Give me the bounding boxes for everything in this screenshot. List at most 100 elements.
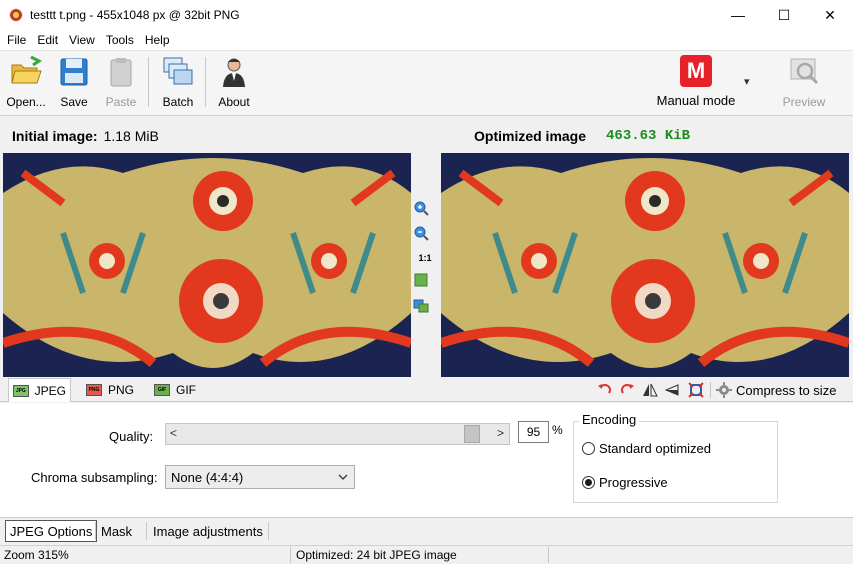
zoom-out-icon[interactable] <box>413 225 429 241</box>
batch-label: Batch <box>162 95 194 109</box>
save-label: Save <box>60 95 88 109</box>
quality-slider-thumb[interactable] <box>463 425 480 443</box>
quality-value-input[interactable]: 95 <box>518 421 549 443</box>
status-bar: Zoom 315% Optimized: 24 bit JPEG image <box>0 545 853 564</box>
paste-button[interactable]: Paste <box>101 53 141 111</box>
about-label: About <box>218 95 250 109</box>
initial-image-picture <box>3 153 411 377</box>
batch-icon <box>163 57 193 85</box>
flip-vertical-icon[interactable] <box>664 382 680 398</box>
save-disk-icon <box>60 58 88 86</box>
flip-horizontal-icon[interactable] <box>642 382 658 398</box>
tab-separator <box>268 522 269 540</box>
paste-label: Paste <box>105 95 137 109</box>
manual-mode-icon: M <box>680 55 712 87</box>
format-tabs-bar: JPG JPEG PNG PNG GIF GIF Compress to siz… <box>0 378 853 402</box>
optimized-image-view[interactable] <box>441 153 849 377</box>
quality-label: Quality: <box>109 429 154 444</box>
chroma-subsampling-value: None (4:4:4) <box>171 469 244 485</box>
status-divider <box>548 547 549 563</box>
save-button[interactable]: Save <box>55 53 93 111</box>
status-zoom: Zoom 315% <box>4 548 69 562</box>
title-bar: testtt t.png - 455x1048 px @ 32bit PNG —… <box>0 0 853 30</box>
chroma-subsampling-label: Chroma subsampling: <box>31 470 158 485</box>
initial-image-size: 1.18 MiB <box>103 128 159 144</box>
tab-jpeg-options[interactable]: JPEG Options <box>5 520 98 542</box>
close-button[interactable]: ✕ <box>807 0 853 30</box>
bottom-tabs-bar: JPEG Options Mask Image adjustments <box>0 517 853 544</box>
batch-button[interactable]: Batch <box>157 53 199 111</box>
encoding-standard-label: Standard optimized <box>599 441 712 456</box>
jpeg-options-panel: Quality: < > 95 % Chroma subsampling: No… <box>0 403 853 517</box>
gear-icon <box>716 382 732 398</box>
menu-help[interactable]: Help <box>141 33 174 47</box>
optimized-image-picture <box>441 153 849 377</box>
radio-checked-icon <box>582 476 595 489</box>
menu-view[interactable]: View <box>65 33 99 47</box>
rotate-right-icon[interactable] <box>619 382 635 398</box>
compress-to-size-button[interactable]: Compress to size <box>716 380 836 400</box>
about-button[interactable]: About <box>212 53 256 111</box>
tab-png-label: PNG <box>108 383 135 397</box>
mode-dropdown-arrow[interactable]: ▾ <box>744 75 750 88</box>
menu-file[interactable]: File <box>3 33 30 47</box>
crop-icon[interactable] <box>688 382 704 398</box>
manual-mode-button[interactable]: M Manual mode <box>652 53 740 111</box>
radio-unchecked-icon <box>582 442 595 455</box>
toolbar-separator <box>710 382 711 398</box>
optimized-image-header: Optimized image 463.63 KiB <box>474 124 690 148</box>
menu-tools[interactable]: Tools <box>102 33 138 47</box>
tab-gif-label: GIF <box>176 383 196 397</box>
quality-slider[interactable]: < > <box>165 423 510 445</box>
compare-view-icon[interactable] <box>413 297 429 313</box>
encoding-standard-radio[interactable]: Standard optimized <box>582 441 711 456</box>
open-button[interactable]: Open... <box>4 53 48 111</box>
preview-magnifier-icon <box>790 58 819 85</box>
optimized-image-label: Optimized image <box>474 128 587 144</box>
open-folder-icon <box>11 55 42 84</box>
app-icon <box>8 7 24 23</box>
open-label: Open... <box>6 95 46 109</box>
toolbar-separator <box>148 57 149 107</box>
compress-to-size-label: Compress to size <box>736 382 837 398</box>
initial-image-header: Initial image: 1.18 MiB <box>12 124 159 148</box>
preview-label: Preview <box>782 95 826 109</box>
toolbar-separator <box>205 57 206 107</box>
zoom-actual-size-button[interactable]: 1:1 <box>417 250 433 266</box>
tab-jpeg[interactable]: JPG JPEG <box>8 378 71 402</box>
slider-left-arrow[interactable]: < <box>170 426 177 440</box>
tab-separator <box>95 522 96 540</box>
initial-image-view[interactable] <box>3 153 411 377</box>
tab-jpeg-label: JPEG <box>34 383 66 398</box>
status-divider <box>290 547 291 563</box>
maximize-button[interactable]: ☐ <box>761 0 807 30</box>
tab-image-adjustments[interactable]: Image adjustments <box>149 520 267 542</box>
window-title: testtt t.png - 455x1048 px @ 32bit PNG <box>30 8 240 22</box>
menu-bar: File Edit View Tools Help <box>0 30 853 50</box>
zoom-in-icon[interactable] <box>413 200 429 216</box>
tab-png[interactable]: PNG PNG <box>82 378 144 402</box>
menu-edit[interactable]: Edit <box>33 33 62 47</box>
slider-right-arrow[interactable]: > <box>497 426 504 440</box>
chevron-down-icon <box>338 474 348 480</box>
tab-separator <box>146 522 147 540</box>
status-info: Optimized: 24 bit JPEG image <box>296 548 457 562</box>
gif-format-icon: GIF <box>154 384 170 396</box>
chroma-subsampling-select[interactable]: None (4:4:4) <box>165 465 355 489</box>
rotate-left-icon[interactable] <box>597 382 613 398</box>
zoom-tools: 1:1 <box>413 200 437 322</box>
tab-gif[interactable]: GIF GIF <box>150 378 208 402</box>
preview-button[interactable]: Preview <box>779 53 829 111</box>
encoding-progressive-radio[interactable]: Progressive <box>582 475 668 490</box>
encoding-group-label: Encoding <box>579 412 640 427</box>
png-format-icon: PNG <box>86 384 102 396</box>
minimize-button[interactable]: — <box>715 0 761 30</box>
toolbar: Open... Save Paste Batch About M Manual … <box>0 50 853 116</box>
quality-percent-label: % <box>552 423 563 437</box>
fit-window-icon[interactable] <box>413 272 429 288</box>
encoding-progressive-label: Progressive <box>599 475 668 490</box>
manual-mode-label: Manual mode <box>656 93 736 108</box>
encoding-group: Encoding Standard optimized Progressive <box>573 412 778 503</box>
paste-clipboard-icon <box>110 58 132 87</box>
tab-mask[interactable]: Mask <box>97 520 136 542</box>
